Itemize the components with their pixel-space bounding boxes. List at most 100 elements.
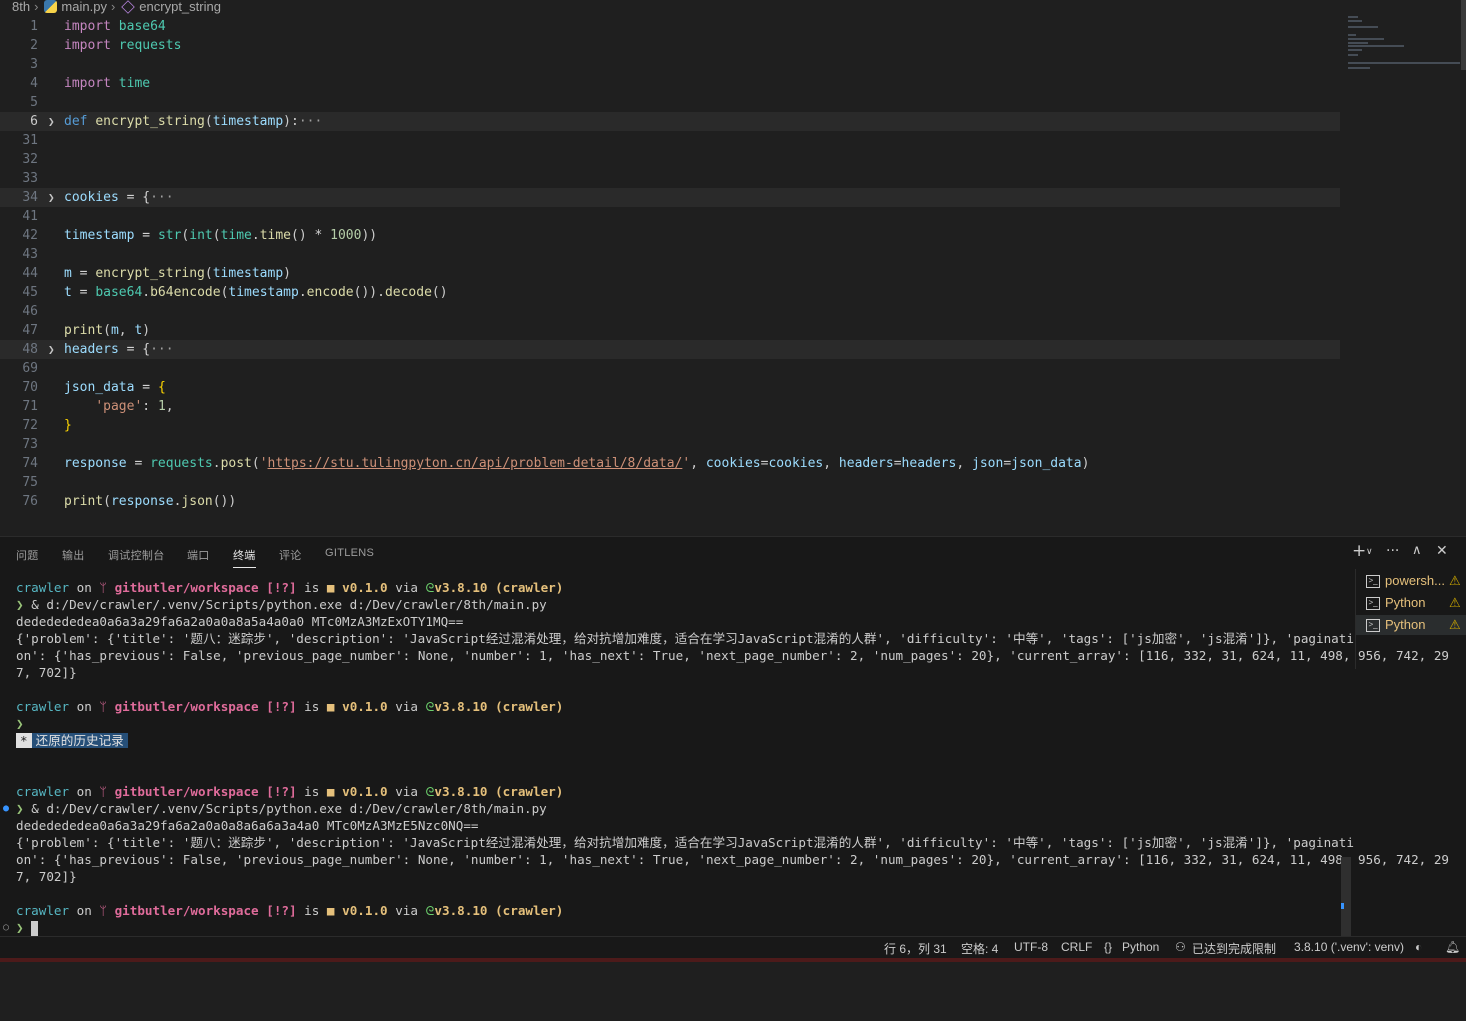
folded-ellipsis[interactable]: ··· xyxy=(150,190,173,205)
code-line[interactable]: 42 timestamp = str(int(time.time() * 1000… xyxy=(0,226,1340,245)
terminal-scrollbar[interactable] xyxy=(1341,857,1351,937)
warning-icon: ⚠ xyxy=(1449,617,1461,632)
module-name: time xyxy=(220,228,252,243)
encoding[interactable]: UTF-8 xyxy=(1014,940,1048,954)
prompt-line: crawler on ᛘ gitbutler/workspace [!?] is… xyxy=(16,698,1346,715)
breadcrumb-file[interactable]: main.py xyxy=(61,0,107,14)
command-decoration-icon[interactable]: ○ xyxy=(3,919,9,936)
code-line[interactable]: 32 xyxy=(0,150,1340,169)
code-line[interactable]: 44 m = encrypt_string(timestamp) xyxy=(0,264,1340,283)
fold-chevron-icon[interactable]: ❯ xyxy=(48,188,55,207)
code-line[interactable]: 43 xyxy=(0,245,1340,264)
code-line[interactable]: 73 xyxy=(0,435,1340,454)
operator: = xyxy=(134,228,158,243)
code-line[interactable]: 3 xyxy=(0,55,1340,74)
copilot-status[interactable]: 已达到完成限制 xyxy=(1192,940,1276,957)
code-line[interactable]: 45 t = base64.b64encode(timestamp.encode(… xyxy=(0,283,1340,302)
keyword-arg: headers xyxy=(838,456,894,471)
url-link[interactable]: https://stu.tulingpyton.cn/api/problem-d… xyxy=(268,456,683,471)
breadcrumb-symbol[interactable]: encrypt_string xyxy=(139,0,221,14)
package-version: v0.1.0 xyxy=(342,903,388,918)
prompt-user: crawler xyxy=(16,903,70,918)
code-line[interactable]: 75 xyxy=(0,473,1340,492)
chevron-down-icon[interactable]: ∨ xyxy=(1366,547,1373,557)
code-line[interactable]: 47 print(m, t) xyxy=(0,321,1340,340)
terminal-output[interactable]: crawler on ᛘ gitbutler/workspace [!?] is… xyxy=(3,579,1449,936)
git-branch-icon: ᛘ xyxy=(99,580,107,595)
bell-icon[interactable]: 🔔︎ xyxy=(1445,940,1460,954)
scrollbar-marker xyxy=(1341,903,1344,909)
code-line-folded[interactable]: 34 ❯ cookies = {··· xyxy=(0,188,1340,207)
tab-problems[interactable]: 问题 xyxy=(16,547,39,563)
broadcast-icon[interactable]: ◐ xyxy=(1415,940,1422,954)
fold-chevron-icon[interactable]: ❯ xyxy=(48,340,55,359)
more-actions-icon[interactable]: ··· xyxy=(1386,543,1399,559)
breadcrumb-folder[interactable]: 8th xyxy=(12,0,30,14)
terminal-item-python-active[interactable]: >_ Python ⚠ xyxy=(1356,615,1466,635)
prompt-text: on xyxy=(69,699,100,714)
variable: json_data xyxy=(1011,456,1082,471)
terminal-item-powershell[interactable]: >_ powersh... ⚠ xyxy=(1356,571,1466,591)
command-line: ❯ & d:/Dev/crawler/.venv/Scripts/python.… xyxy=(16,596,1346,613)
code-line[interactable]: 1 import base64 xyxy=(0,17,1340,36)
module-name: base64 xyxy=(95,285,143,300)
tab-terminal[interactable]: 终端 xyxy=(233,547,256,568)
terminal-icon: >_ xyxy=(1366,619,1380,632)
code-line[interactable]: 71 'page': 1, xyxy=(0,397,1340,416)
function-name: b64encode xyxy=(150,285,221,300)
minimap[interactable] xyxy=(1345,12,1461,72)
code-line[interactable]: 72} xyxy=(0,416,1340,435)
code-line-folded[interactable]: 48 ❯ headers = {··· xyxy=(0,340,1340,359)
code-editor[interactable]: 1 import base64 2 import requests 3 4 impor… xyxy=(0,16,1345,536)
variable: t xyxy=(64,285,72,300)
tab-comments[interactable]: 评论 xyxy=(279,547,302,563)
keyword: import xyxy=(64,38,111,53)
tab-output[interactable]: 输出 xyxy=(62,547,85,563)
code-line[interactable]: 5 xyxy=(0,93,1340,112)
editor-scrollbar[interactable] xyxy=(1461,0,1466,70)
code-line[interactable]: 76 print(response.json()) xyxy=(0,492,1340,511)
copilot-icon[interactable]: ⚇ xyxy=(1175,940,1186,954)
git-status: [!?] xyxy=(266,699,297,714)
folded-ellipsis[interactable]: ··· xyxy=(150,342,173,357)
code-line[interactable]: 31 xyxy=(0,131,1340,150)
code-line[interactable]: 33 xyxy=(0,169,1340,188)
new-terminal-icon[interactable]: + xyxy=(1352,541,1366,561)
terminal-item-python[interactable]: >_ Python ⚠ xyxy=(1356,593,1466,613)
venv-name: (crawler) xyxy=(495,580,564,595)
code-line[interactable]: 70 json_data = { xyxy=(0,378,1340,397)
command-decoration-icon[interactable]: ● xyxy=(3,800,9,817)
line-number: 45 xyxy=(22,285,38,300)
python-interpreter[interactable]: 3.8.10 ('.venv': venv) xyxy=(1294,940,1404,954)
prompt-line: crawler on ᛘ gitbutler/workspace [!?] is… xyxy=(16,783,1346,800)
indentation[interactable]: 空格: 4 xyxy=(961,940,998,957)
cursor-position[interactable]: 行 6，列 31 xyxy=(884,940,947,957)
function-name: encrypt_string xyxy=(95,266,205,281)
fold-chevron-icon[interactable]: ❯ xyxy=(48,112,55,131)
number: 1 xyxy=(157,399,166,414)
code-line[interactable]: 2 import requests xyxy=(0,36,1340,55)
code-line[interactable]: 74 response = requests.post('https://stu.… xyxy=(0,454,1340,473)
tab-gitlens[interactable]: GITLENS xyxy=(325,547,374,559)
folded-ellipsis[interactable]: ··· xyxy=(299,114,322,129)
terminal-icon: >_ xyxy=(1366,575,1380,588)
input-line[interactable]: ○ ❯ xyxy=(3,919,1346,936)
tab-ports[interactable]: 端口 xyxy=(187,547,210,563)
code-line[interactable]: 69 xyxy=(0,359,1340,378)
module-name: requests xyxy=(118,38,182,53)
code-line-folded[interactable]: 6 ❯ def encrypt_string(timestamp):··· xyxy=(0,112,1340,131)
output-line: {'problem': {'title': '题八：迷踪步', 'descrip… xyxy=(16,835,1354,850)
code-line[interactable]: 41 xyxy=(0,207,1340,226)
close-panel-icon[interactable]: ✕ xyxy=(1436,543,1448,559)
line-number: 74 xyxy=(22,456,38,471)
keyword: import xyxy=(64,76,111,91)
language-mode[interactable]: Python xyxy=(1122,940,1159,954)
code-line[interactable]: 4 import time xyxy=(0,74,1340,93)
restored-history-line: * 还原的历史记录 xyxy=(16,732,1346,749)
bottom-panel: 问题 输出 调试控制台 端口 终端 评论 GITLENS + ∨ ··· ∧ ✕… xyxy=(0,536,1466,937)
maximize-panel-icon[interactable]: ∧ xyxy=(1412,543,1422,558)
line-ending[interactable]: CRLF xyxy=(1061,940,1092,954)
code-line[interactable]: 46 xyxy=(0,302,1340,321)
language-braces-icon[interactable]: {} xyxy=(1104,940,1112,954)
tab-debug-console[interactable]: 调试控制台 xyxy=(108,547,165,563)
